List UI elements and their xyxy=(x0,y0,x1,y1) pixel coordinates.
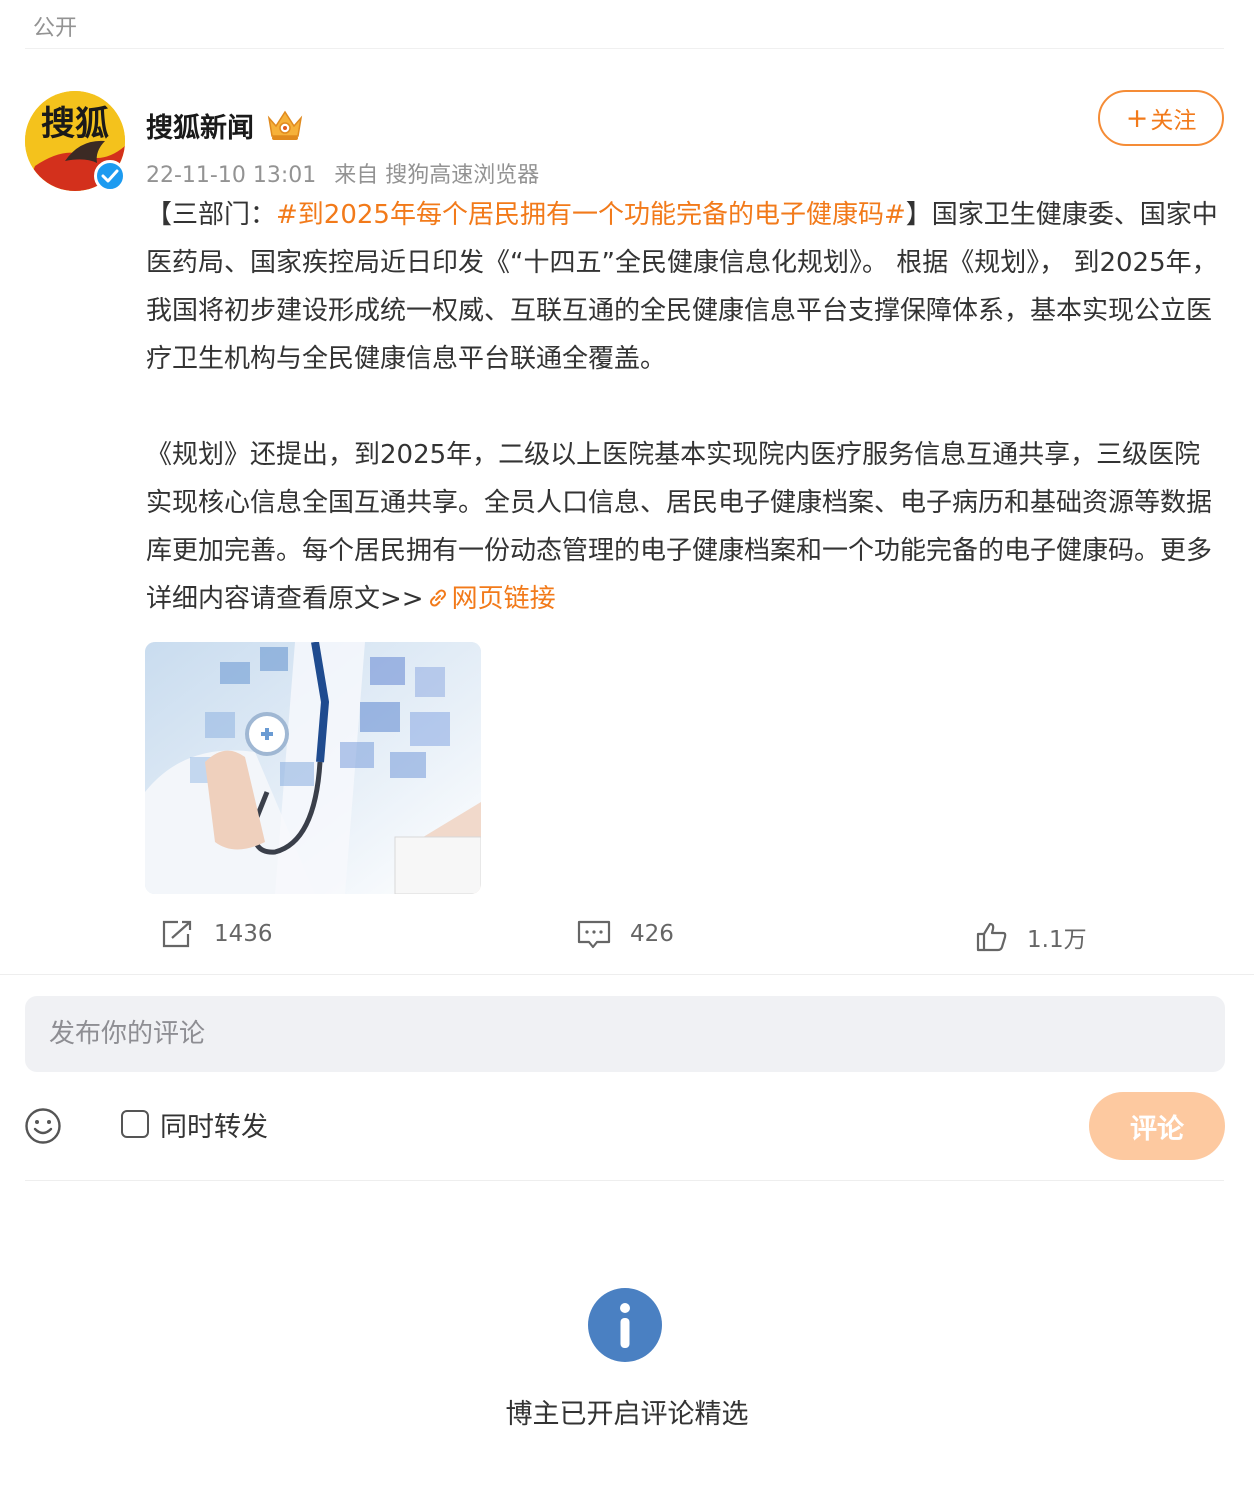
avatar-text: 搜狐 xyxy=(41,104,109,144)
post-source: 来自 搜狗高速浏览器 xyxy=(334,163,540,188)
submit-comment-button[interactable]: 评论 xyxy=(1089,1092,1225,1160)
follow-button[interactable]: + 关注 xyxy=(1098,90,1224,146)
post-time: 22-11-10 13:01 xyxy=(146,163,317,188)
follow-label: 关注 xyxy=(1150,108,1197,134)
post-text: 【三部门：#到2025年每个居民拥有一个功能完备的电子健康码#】国家卫生健康委、… xyxy=(146,191,1226,623)
repost-icon xyxy=(162,920,192,948)
post-image[interactable] xyxy=(145,642,481,894)
comment-button[interactable]: 426 xyxy=(576,918,674,950)
info-icon xyxy=(588,1288,662,1362)
like-count: 1.1万 xyxy=(1027,927,1087,953)
verified-icon xyxy=(94,160,126,192)
repost-checkbox[interactable] xyxy=(121,1110,149,1138)
crown-icon xyxy=(267,110,303,140)
post-paragraph-1: 【三部门：#到2025年每个居民拥有一个功能完备的电子健康码#】国家卫生健康委、… xyxy=(146,191,1226,383)
repost-checkbox-label[interactable]: 同时转发 xyxy=(160,1105,268,1144)
like-button[interactable]: 1.1万 xyxy=(975,920,1087,954)
thumbs-up-icon xyxy=(976,922,1007,952)
repost-count: 1436 xyxy=(214,921,273,947)
author-name[interactable]: 搜狐新闻 xyxy=(146,106,254,145)
hashtag-link[interactable]: #到2025年每个居民拥有一个功能完备的电子健康码# xyxy=(276,200,906,230)
medical-illustration xyxy=(145,642,481,894)
web-link-label: 网页链接 xyxy=(451,584,556,614)
post-actions: 1436 426 1.1万 xyxy=(0,910,1254,966)
post-paragraph-2: 《规划》还提出，到2025年，二级以上医院基本实现院内医疗服务信息互通共享，三级… xyxy=(146,431,1226,623)
plus-icon: + xyxy=(1125,102,1149,134)
visibility-label: 公开 xyxy=(33,16,78,41)
post-paragraph-2-text: 《规划》还提出，到2025年，二级以上医院基本实现院内医疗服务信息互通共享，三级… xyxy=(146,440,1213,614)
post-meta: 22-11-10 13:01 来自 搜狗高速浏览器 xyxy=(146,157,539,189)
section-divider xyxy=(0,974,1254,975)
post-prefix: 【三部门： xyxy=(146,200,277,230)
comment-count: 426 xyxy=(630,921,674,947)
comment-input[interactable] xyxy=(25,996,1225,1072)
comment-icon xyxy=(577,920,611,949)
link-icon xyxy=(429,589,446,607)
emoji-icon[interactable] xyxy=(24,1107,62,1145)
comment-selection-notice: 博主已开启评论精选 xyxy=(505,1399,749,1430)
web-link[interactable]: 网页链接 xyxy=(424,584,556,614)
bottom-divider xyxy=(25,1180,1224,1181)
top-divider xyxy=(25,48,1224,49)
repost-button[interactable]: 1436 xyxy=(160,918,273,950)
